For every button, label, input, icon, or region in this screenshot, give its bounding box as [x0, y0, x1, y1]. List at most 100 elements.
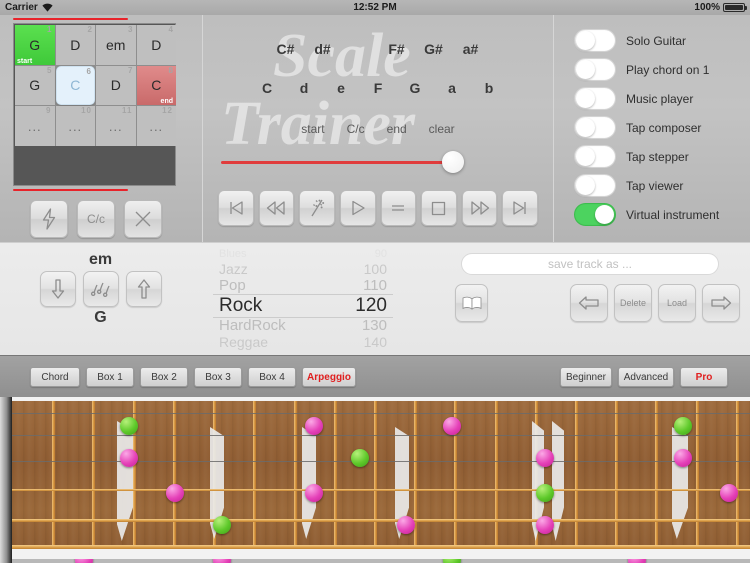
magic-wand-icon[interactable] [299, 190, 335, 226]
toggle-switch-tap-composer[interactable] [574, 116, 616, 139]
skip-back-icon[interactable] [218, 190, 254, 226]
toggle-switch-tap-viewer[interactable] [574, 174, 616, 197]
toggle-switch-play-chord-on-1[interactable] [574, 58, 616, 81]
save-track-input[interactable]: save track as ... [461, 253, 719, 275]
fretboard-note-scale-18[interactable] [536, 516, 554, 534]
chord-cell-5[interactable]: 5G [15, 65, 55, 106]
note-d#[interactable]: d# [304, 41, 341, 57]
arrow-down-icon[interactable] [39, 271, 76, 307]
load-button[interactable]: Load [658, 284, 696, 322]
toggle-switch-virtual-instrument[interactable] [574, 203, 616, 226]
case-toggle[interactable]: C/c [77, 200, 115, 238]
fast-forward-icon[interactable] [461, 190, 498, 226]
toggle-row-solo-guitar[interactable]: Solo Guitar [574, 29, 686, 52]
view-mode-arpeggio[interactable]: Arpeggio [302, 367, 356, 387]
toggle-switch-tap-stepper[interactable] [574, 145, 616, 168]
note-F#[interactable]: F# [378, 41, 415, 57]
pause-icon[interactable] [380, 190, 417, 226]
chord-cell-12[interactable]: 12... [136, 106, 176, 146]
view-mode-box-4[interactable]: Box 4 [248, 367, 296, 387]
toggle-row-virtual-instrument[interactable]: Virtual instrument [574, 203, 719, 226]
arrow-right-icon[interactable] [702, 284, 740, 322]
fretboard-note-root-20[interactable] [674, 417, 692, 435]
chord-cell-6[interactable]: 6C [55, 65, 95, 106]
fretboard-note-root-1[interactable] [120, 417, 138, 435]
fretboard-note-scale-21[interactable] [674, 449, 692, 467]
fretboard[interactable] [0, 397, 750, 563]
note-G#[interactable]: G# [415, 41, 452, 57]
arrow-up-icon[interactable] [125, 271, 162, 307]
fretboard-note-scale-16[interactable] [536, 449, 554, 467]
chord-cell-9[interactable]: 9... [15, 106, 55, 146]
note-a#[interactable]: a# [452, 41, 489, 57]
note-command-row[interactable]: start C/c end clear [203, 122, 553, 136]
note-a[interactable]: a [434, 80, 471, 96]
level-advanced[interactable]: Advanced [618, 367, 674, 387]
note-command-C-c[interactable]: C/c [347, 122, 365, 136]
toggle-row-play-chord-on-1[interactable]: Play chord on 1 [574, 58, 709, 81]
fretboard-note-root-17[interactable] [536, 484, 554, 502]
tempo-row-jazz[interactable]: Jazz 100 [213, 261, 393, 277]
toggle-row-music-player[interactable]: Music player [574, 87, 693, 110]
tempo-picker[interactable]: Blues 90 Jazz 100 Pop 110 Rock 120 HardRock 130 Re… [213, 247, 393, 352]
arrow-left-icon[interactable] [570, 284, 608, 322]
skip-forward-icon[interactable] [502, 190, 538, 226]
note-command-clear[interactable]: clear [429, 122, 455, 136]
view-mode-box-3[interactable]: Box 3 [194, 367, 242, 387]
chord-grid[interactable]: 1 Gstart 2 D 3 em 4 D 5 G 6 C 7 D 8 Cend 9... 10... 11... 1… [15, 25, 176, 146]
delete-button[interactable]: Delete [614, 284, 652, 322]
note-C[interactable]: C [249, 80, 286, 96]
flash-icon[interactable] [30, 200, 68, 238]
chord-cell-7[interactable]: 7D [96, 65, 136, 106]
toggle-row-tap-viewer[interactable]: Tap viewer [574, 174, 683, 197]
chord-cell-3[interactable]: 3 em [96, 25, 136, 65]
tempo-row-blues[interactable]: Blues 90 [213, 247, 393, 261]
fretboard-note-scale-2[interactable] [120, 449, 138, 467]
fretboard-note-scale-12[interactable] [397, 516, 415, 534]
tempo-row-reggae[interactable]: Reggae 140 [213, 334, 393, 350]
view-mode-chord[interactable]: Chord [30, 367, 80, 387]
rewind-icon[interactable] [258, 190, 295, 226]
chord-cell-11[interactable]: 11... [96, 106, 136, 146]
view-mode-box-1[interactable]: Box 1 [86, 367, 134, 387]
chord-cell-1[interactable]: 1 Gstart [15, 25, 55, 65]
level-pro[interactable]: Pro [680, 367, 728, 387]
note-G[interactable]: G [397, 80, 434, 96]
fretboard-note-scale-13[interactable] [443, 417, 461, 435]
tempo-row-hardrock[interactable]: HardRock 130 [213, 317, 393, 334]
note-C#[interactable]: C# [267, 41, 304, 57]
note-d[interactable]: d [286, 80, 323, 96]
note-command-end[interactable]: end [387, 122, 407, 136]
fretboard-note-scale-22[interactable] [720, 484, 738, 502]
level-beginner[interactable]: Beginner [560, 367, 612, 387]
note-b[interactable]: b [471, 80, 508, 96]
tempo-row-techno[interactable]: Techno [213, 350, 393, 352]
chord-cell-2[interactable]: 2D [55, 25, 95, 65]
toggle-row-tap-stepper[interactable]: Tap stepper [574, 145, 689, 168]
toggle-switch-solo-guitar[interactable] [574, 29, 616, 52]
position-slider[interactable] [221, 151, 533, 173]
view-mode-box-2[interactable]: Box 2 [140, 367, 188, 387]
tempo-row-rock[interactable]: Rock 120 [213, 294, 393, 317]
chord-cell-4[interactable]: 4D [136, 25, 176, 65]
fretboard-note-scale-9[interactable] [305, 484, 323, 502]
note-e[interactable]: e [323, 80, 360, 96]
close-icon[interactable] [124, 200, 162, 238]
toggle-row-tap-composer[interactable]: Tap composer [574, 116, 701, 139]
play-icon[interactable] [339, 190, 376, 226]
sharp-notes-row[interactable]: C# d# F# G# a# [203, 41, 553, 57]
slider-knob[interactable] [442, 151, 464, 173]
chord-cell-8[interactable]: 8 Cend [136, 65, 176, 106]
tempo-row-pop[interactable]: Pop 110 [213, 277, 393, 294]
stop-icon[interactable] [421, 190, 457, 226]
notes-icon[interactable] [82, 271, 119, 307]
note-command-start[interactable]: start [301, 122, 324, 136]
fretboard-note-scale-8[interactable] [305, 417, 323, 435]
note-F[interactable]: F [360, 80, 397, 96]
natural-notes-row[interactable]: CdeFGab [203, 80, 553, 96]
book-icon[interactable] [455, 284, 489, 322]
fretboard-note-scale-3[interactable] [166, 484, 184, 502]
fretboard-note-root-10[interactable] [351, 449, 369, 467]
fretboard-note-root-4[interactable] [213, 516, 231, 534]
toggle-switch-music-player[interactable] [574, 87, 616, 110]
